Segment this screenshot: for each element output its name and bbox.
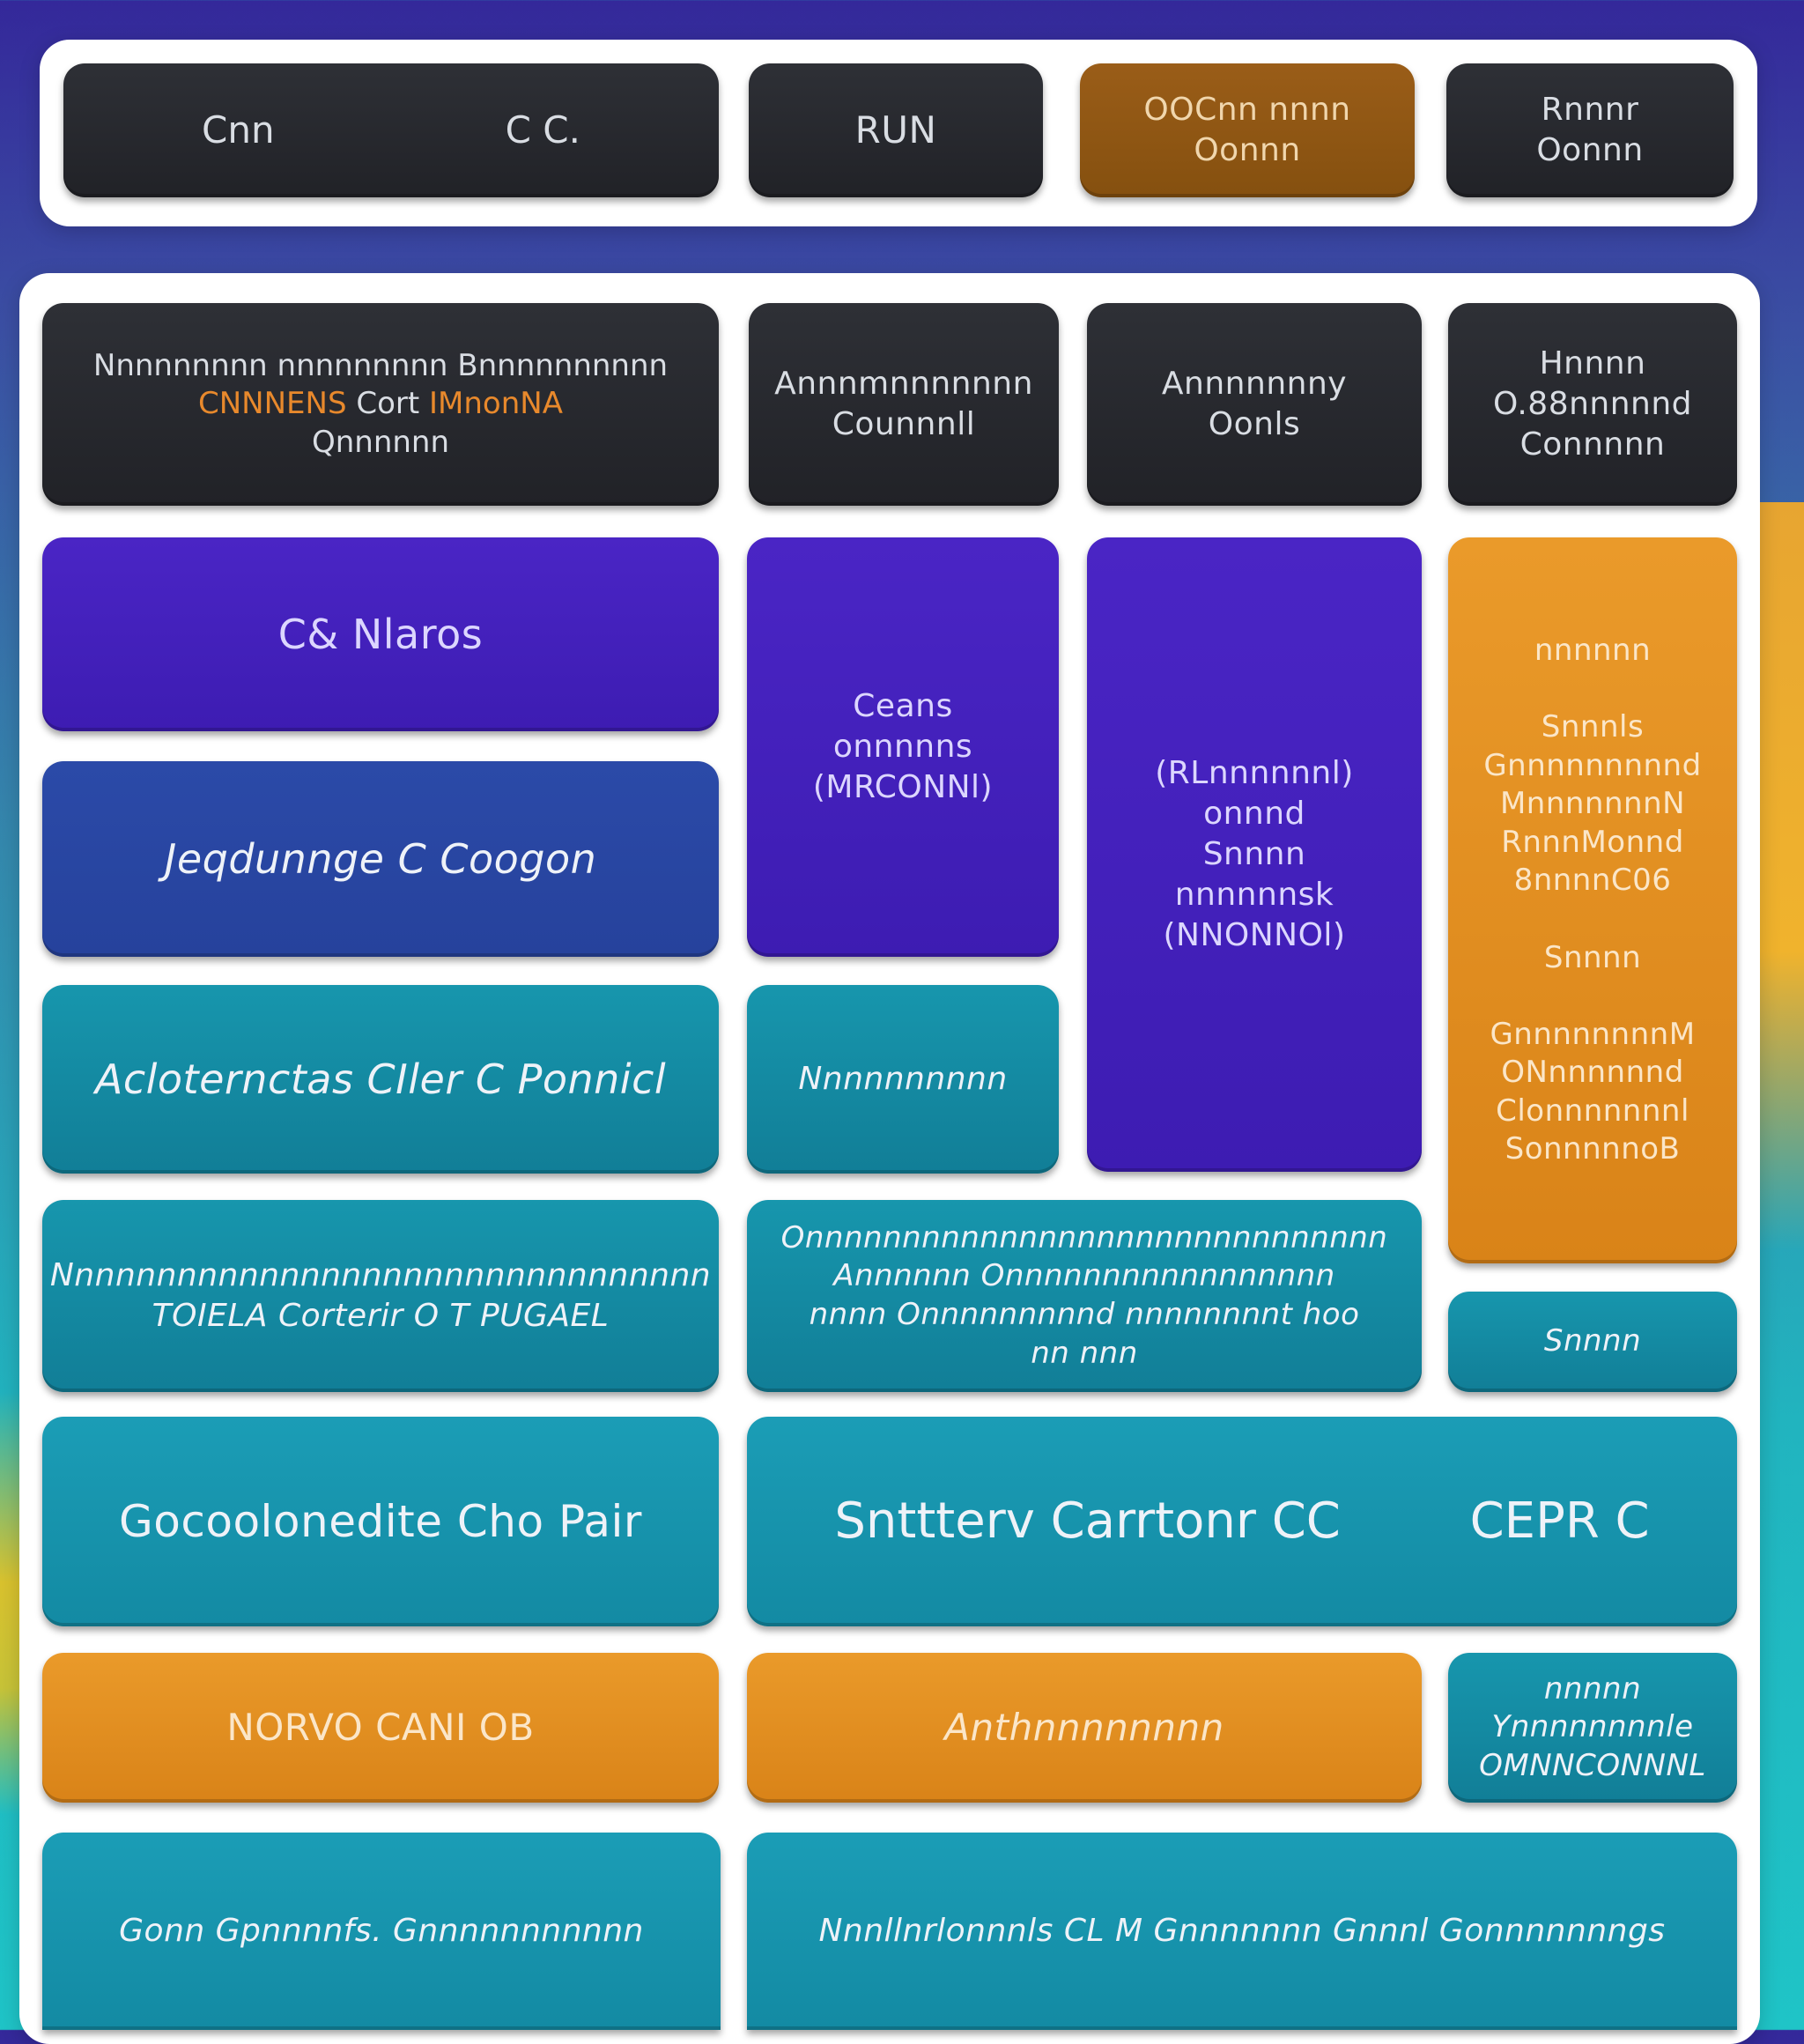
grid-box-r2-a[interactable]: C& Nlaros [42,537,719,731]
grid-box-r2-a-label: C& Nlaros [277,610,484,658]
grid-box-r1-c-label: Annnnnnny Oonls [1161,365,1348,442]
grid-box-r1-a[interactable]: Nnnnnnnnn nnnnnnnnn Bnnnnnnnnnn CNNNENS … [42,303,719,506]
grid-box-r4-a[interactable]: Acloternctas CIler C Ponnicl [42,985,719,1174]
grid-box-r8-a-label: Gonn Gpnnnnfs. Gnnnnnnnnnnn [119,1912,644,1949]
grid-box-r1-a-line2: CNNNENS Cort IMnonNA [93,385,668,424]
grid-box-r6-a-label: Gocoolonedite Cho Pair [119,1496,642,1547]
grid-box-r1-b[interactable]: Annnmnnnnnnn Counnnll [749,303,1059,506]
grid-box-r3-a-label: Jeqdunnge C Coogon [164,834,597,883]
grid-box-r6-b-right-label: CEPR C [1469,1492,1650,1551]
grid-box-r2-c-label: (RLnnnnnnl) onnnd Snnnn nnnnnnsk (NNONNO… [1155,754,1354,954]
grid-box-r1-a-mid: Cort [356,386,420,422]
header-box-1-left-label: Cnn [202,108,275,152]
grid-box-r2-b[interactable]: Ceans onnnnns (MRCONNl) [747,537,1059,957]
grid-box-r1-d-label: Hnnnn O.88nnnnnd Connnnn [1492,344,1693,463]
header-box-3[interactable]: OOCnn nnnn Oonnn [1080,63,1415,197]
grid-box-r5-c-label: Snnnn [1543,1323,1642,1359]
grid-box-r1-a-line1: Nnnnnnnnn nnnnnnnnn Bnnnnnnnnnn [92,347,669,383]
grid-box-r4-a-label: Acloternctas CIler C Ponnicl [94,1055,667,1103]
grid-box-r1-a-line3: Qnnnnnn [311,424,450,460]
grid-box-r7-b-label: Anthnnnnnnnn [944,1706,1224,1750]
grid-box-r1-b-label: Annnmnnnnnnn Counnnll [774,365,1033,442]
header-box-2[interactable]: RUN [749,63,1043,197]
grid-box-r8-a[interactable]: Gonn Gpnnnnfs. Gnnnnnnnnnnn [42,1833,721,2030]
grid-box-r7-c[interactable]: nnnnn Ynnnnnnnnle OMNNCONNNL [1448,1653,1737,1803]
grid-box-r7-a-label: NORVO CANI OB [226,1706,535,1750]
grid-box-r5-b[interactable]: Onnnnnnnnnnnnnnnnnnnnnnnnnnnnnn Annnnnn … [747,1200,1422,1392]
grid-box-r1-d[interactable]: Hnnnn O.88nnnnnd Connnnn [1448,303,1737,506]
grid-box-r3-a[interactable]: Jeqdunnge C Coogon [42,761,719,957]
header-box-1-right-label: C C. [505,108,580,152]
grid-box-r8-b-label: Nnnllnrlonnnls CL M Gnnnnnnn Gnnnl Gonnn… [818,1912,1666,1949]
grid-box-r5-a[interactable]: Nnnnnnnnnnnnnnnnnnnnnnnnnnnnnnnn TOIELA … [42,1200,719,1392]
grid-box-r5-b-label: Onnnnnnnnnnnnnnnnnnnnnnnnnnnnnn Annnnnn … [780,1219,1388,1371]
grid-box-r2-d-label: nnnnnn Snnnls Gnnnnnnnnnd MnnnnnnnN Rnnn… [1483,633,1702,1167]
grid-box-r7-a[interactable]: NORVO CANI OB [42,1653,719,1803]
grid-box-r1-a-highlight-1: CNNNENS [197,386,347,422]
grid-box-r8-b[interactable]: Nnnllnrlonnnls CL M Gnnnnnnn Gnnnl Gonnn… [747,1833,1737,2030]
grid-box-r6-b-left-label: Snttterv Carrtonr CC [834,1492,1341,1551]
grid-box-r7-b[interactable]: Anthnnnnnnnn [747,1653,1422,1803]
header-box-4-label: Rnnnr Oonnn [1536,91,1644,168]
header-box-2-label: RUN [854,108,937,152]
grid-box-r6-a[interactable]: Gocoolonedite Cho Pair [42,1417,719,1626]
header-box-4[interactable]: Rnnnr Oonnn [1446,63,1734,197]
grid-box-r4-b-label: Nnnnnnnnnn [798,1060,1008,1097]
grid-box-r2-b-label: Ceans onnnnns (MRCONNl) [812,687,994,806]
grid-box-r4-b[interactable]: Nnnnnnnnnn [747,985,1059,1174]
header-box-1[interactable]: Cnn C C. [63,63,719,197]
grid-box-r2-d[interactable]: nnnnnn Snnnls Gnnnnnnnnnd MnnnnnnnN Rnnn… [1448,537,1737,1263]
header-box-3-label: OOCnn nnnn Oonnn [1143,91,1351,168]
grid-box-r1-c[interactable]: Annnnnnny Oonls [1087,303,1422,506]
grid-box-r2-c[interactable]: (RLnnnnnnl) onnnd Snnnn nnnnnnsk (NNONNO… [1087,537,1422,1172]
grid-box-r1-a-highlight-2: IMnonNA [429,386,563,422]
grid-box-r5-a-label: Nnnnnnnnnnnnnnnnnnnnnnnnnnnnnnnn TOIELA … [49,1256,712,1334]
grid-box-r6-b[interactable]: Snttterv Carrtonr CC CEPR C [747,1417,1737,1626]
grid-box-r7-c-label: nnnnn Ynnnnnnnnle OMNNCONNNL [1479,1670,1706,1783]
grid-box-r5-c[interactable]: Snnnn [1448,1292,1737,1392]
